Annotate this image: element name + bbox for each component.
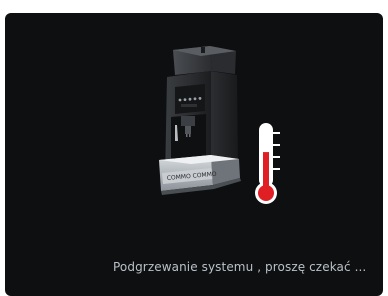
heating-screen: COMMO COMMO Podgrzewanie systemu , prosz… (5, 13, 383, 296)
thermometer-bulb (258, 185, 274, 201)
thermometer-icon (255, 123, 280, 204)
status-message: Podgrzewanie systemu , proszę czekać ... (113, 260, 367, 274)
illustration: COMMO COMMO (159, 46, 280, 204)
coffee-machine-icon: COMMO COMMO (159, 46, 241, 195)
